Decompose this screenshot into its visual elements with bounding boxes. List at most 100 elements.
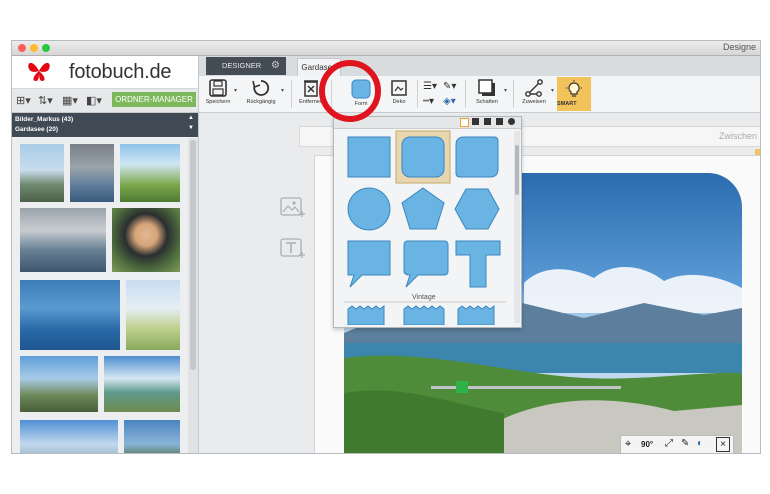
shape-rounded-square-icon — [401, 136, 445, 178]
assign-label: Zuweisen — [522, 99, 546, 105]
photo-grid — [12, 138, 188, 453]
shape-pentagon-icon — [401, 187, 445, 230]
text-field-placeholder: Zwischen — [718, 131, 757, 141]
shape-t-icon — [455, 240, 501, 288]
image-toolbar: ⌖ 90° ⤢ ✎ ◐ × — [620, 435, 734, 453]
butterfly-icon — [28, 62, 50, 81]
eyedropper-icon[interactable]: ✎ — [681, 438, 689, 449]
shape-dropdown: Vintage — [333, 116, 522, 328]
shadow-icon — [478, 79, 495, 96]
left-panel: fotobuch.de ⊞▾ ⇅▾ ▦▾ ◧▾ ORDNER-MANAGER B… — [12, 56, 199, 453]
photo-thumbnail[interactable] — [104, 356, 180, 412]
tab-bar: DESIGNER ⚙ Gardasee — [199, 56, 760, 77]
album-list: Bilder_Markus (43) Gardasee (20) ▲ ▼ — [12, 113, 198, 137]
tab-designer[interactable]: DESIGNER ⚙ — [206, 57, 286, 75]
album-item[interactable]: Bilder_Markus (43) — [15, 116, 73, 123]
shape-speech-bubble-icon — [347, 240, 391, 288]
title-bar: Designe — [12, 41, 760, 56]
deco-button[interactable]: Deko — [385, 76, 413, 112]
minimize-window-button[interactable] — [30, 44, 38, 52]
brand-name: fotobuch.de — [69, 61, 172, 83]
left-toolbar: ⊞▾ ⇅▾ ▦▾ ◧▾ ORDNER-MANAGER — [12, 89, 198, 113]
zoom-slider-handle[interactable] — [456, 381, 468, 393]
shadow-button[interactable]: Schatten — [471, 76, 503, 112]
window-title: Designe — [722, 42, 756, 52]
chevron-down-icon[interactable]: ▾ — [551, 87, 554, 94]
save-button[interactable]: Speichern — [203, 76, 233, 112]
deco-icon — [391, 80, 407, 96]
shape-hexagon-icon — [454, 188, 500, 230]
album-item[interactable]: Gardasee (20) — [15, 126, 58, 133]
view-option-icon[interactable] — [496, 118, 503, 125]
layout-icon[interactable]: ◧▾ — [86, 94, 102, 107]
filter-icon[interactable]: ▼ — [188, 125, 194, 131]
add-text-icon[interactable] — [280, 238, 306, 260]
toolbar-divider — [417, 80, 418, 108]
shape-vintage-stamp-icon — [457, 305, 495, 325]
toolbar-divider — [465, 80, 466, 108]
brand-logo: fotobuch.de — [12, 56, 198, 89]
shape-vintage-stamp-icon — [403, 305, 445, 325]
sort-icon[interactable]: ⇅▾ — [38, 94, 53, 107]
close-icon[interactable]: × — [716, 437, 730, 452]
save-label: Speichern — [205, 99, 231, 105]
thumb-size-icon[interactable]: ▦▾ — [62, 94, 78, 107]
rotate-label[interactable]: 90° — [641, 440, 653, 449]
smart-button[interactable]: SMART — [557, 77, 591, 111]
toolbar-divider — [291, 80, 292, 108]
photo-thumbnail[interactable] — [120, 144, 180, 202]
line-weight-icon[interactable]: ☰▾ — [423, 81, 437, 92]
shape-vintage-stamp-icon — [347, 305, 385, 325]
remove-icon — [304, 80, 318, 97]
zoom-window-button[interactable] — [42, 44, 50, 52]
view-option-icon[interactable] — [484, 118, 491, 125]
photo-thumbnail[interactable] — [20, 356, 98, 412]
lightbulb-icon — [566, 80, 582, 97]
photo-thumbnail[interactable] — [20, 144, 64, 202]
left-scrollbar[interactable] — [188, 138, 198, 453]
deco-label: Deko — [392, 99, 406, 105]
view-option-icon[interactable] — [508, 118, 515, 125]
shape-rounded-speech-icon — [403, 240, 449, 288]
view-option-icon[interactable] — [472, 118, 479, 125]
view-option-icon[interactable] — [460, 118, 469, 127]
folder-manager-button[interactable]: ORDNER-MANAGER — [112, 92, 196, 107]
dropdown-scrollbar[interactable] — [514, 131, 520, 323]
photo-thumbnail[interactable] — [20, 280, 120, 350]
chevron-down-icon[interactable]: ▾ — [504, 87, 507, 94]
brightness-icon[interactable]: ◐ — [697, 438, 703, 449]
main-toolbar: Speichern ▾ Rückgängig ▾ Entfernen Form … — [199, 76, 760, 113]
flip-icon[interactable]: ⤢ — [665, 438, 673, 449]
shadow-label: Schatten — [476, 99, 498, 105]
photo-thumbnail[interactable] — [20, 208, 106, 272]
photo-thumbnail[interactable] — [124, 420, 180, 453]
chevron-down-icon[interactable]: ▾ — [281, 87, 284, 94]
smart-label: SMART — [557, 101, 577, 107]
photo-thumbnail[interactable] — [20, 420, 118, 453]
fill-bucket-icon[interactable]: ◈▾ — [443, 96, 456, 107]
highlight-circle — [319, 60, 381, 122]
assign-icon — [525, 79, 543, 97]
crop-target-icon[interactable]: ⌖ — [625, 438, 631, 451]
undo-button[interactable]: Rückgängig — [243, 76, 279, 112]
assign-button[interactable]: Zuweisen — [517, 76, 551, 112]
grid-view-icon[interactable]: ⊞▾ — [16, 94, 31, 107]
gear-icon[interactable]: ⚙ — [255, 57, 280, 75]
photo-thumbnail[interactable] — [70, 144, 114, 202]
add-image-icon[interactable] — [280, 197, 306, 219]
undo-icon — [252, 80, 270, 96]
close-window-button[interactable] — [18, 44, 26, 52]
line-style-icon[interactable]: ┅▾ — [423, 96, 434, 107]
chevron-down-icon[interactable]: ▾ — [234, 87, 237, 94]
undo-label: Rückgängig — [246, 99, 276, 105]
toolbar-divider — [513, 80, 514, 108]
collapse-icon[interactable]: ▲ — [188, 115, 194, 121]
pen-icon[interactable]: ✎▾ — [443, 81, 456, 92]
photo-thumbnail[interactable] — [126, 280, 180, 350]
save-icon — [209, 79, 227, 97]
photo-thumbnail[interactable] — [112, 208, 180, 272]
shape-square-icon — [347, 136, 391, 178]
shape-rounded-corner-icon — [455, 136, 499, 178]
vintage-section-label: Vintage — [409, 294, 439, 301]
shape-circle-icon — [347, 187, 391, 231]
